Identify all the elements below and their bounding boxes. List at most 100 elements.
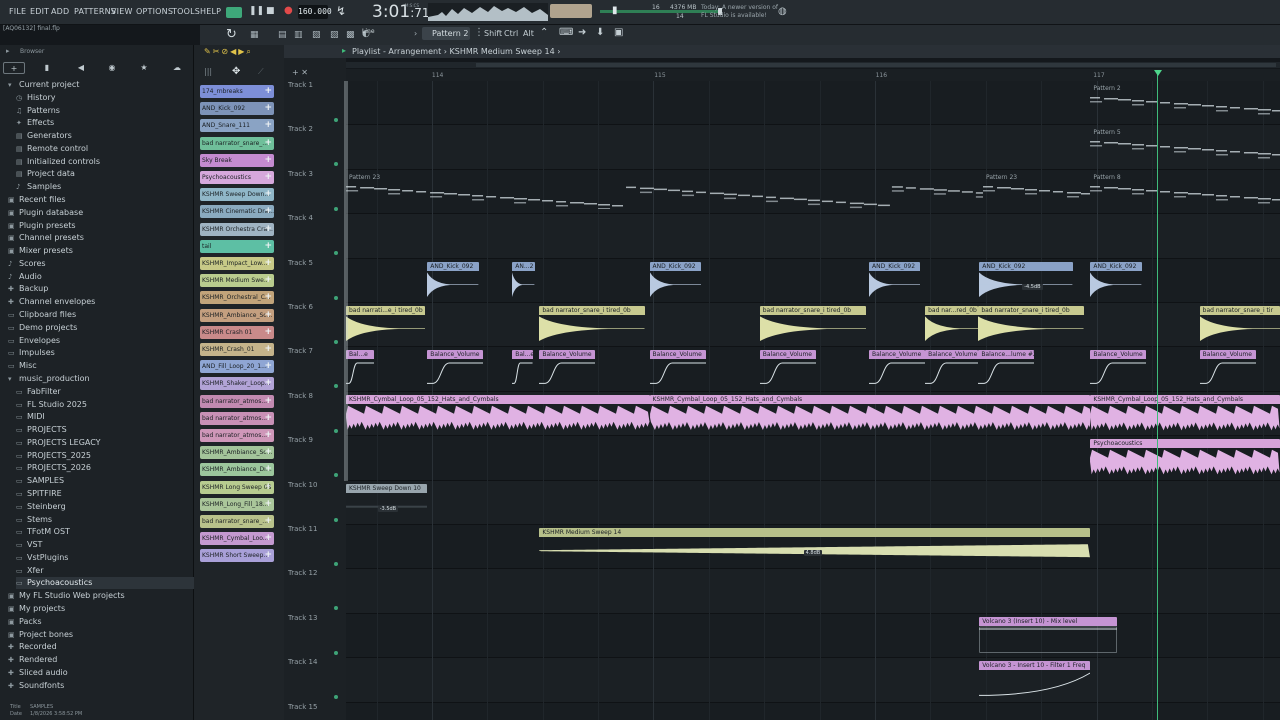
ruler-bar-label[interactable]: 117	[1093, 72, 1104, 79]
menu-help[interactable]: HELP	[200, 7, 221, 16]
track-name[interactable]: Track 2	[288, 125, 313, 133]
menu-options[interactable]: OPTIONS	[136, 7, 173, 16]
channel-add-icon[interactable]: +	[264, 463, 272, 476]
track-lane[interactable]	[346, 569, 1280, 614]
channel-button[interactable]: KSHMR Crash 01 +	[200, 325, 274, 339]
channel-add-icon[interactable]: +	[264, 85, 272, 98]
alt-key[interactable]: Alt	[523, 29, 534, 38]
metronome-icon[interactable]: ↯	[336, 4, 346, 18]
channel-button[interactable]: bad narrator_snare_... +	[200, 136, 274, 150]
playlist-clip[interactable]: bad narrator_snare_i tired_0b	[759, 306, 867, 342]
channel-button[interactable]: KSHMR Orchestra Cra... +	[200, 222, 274, 236]
snap-selector[interactable]: Line	[362, 28, 375, 35]
channel-add-icon[interactable]: +	[264, 515, 272, 528]
browser-item[interactable]: ✚ Backup	[8, 283, 194, 295]
browser-item[interactable]: ▣ Packs	[8, 616, 194, 628]
playlist-tool-icons[interactable]: ✎✂⊘◀▶⌕	[204, 47, 253, 57]
mixer-icon[interactable]: ▤	[278, 30, 287, 40]
browser-tab-cloud-icon[interactable]: ☁	[166, 62, 188, 74]
playlist-clip[interactable]: KSHMR Sweep Down 10	[346, 483, 428, 520]
playlist-clip[interactable]: Psychoacoustics	[1090, 439, 1280, 475]
browser-item[interactable]: ▭ Stems	[16, 514, 194, 526]
channel-button[interactable]: KSHMR Short Sweep... +	[200, 549, 274, 563]
channel-add-icon[interactable]: +	[264, 291, 272, 304]
browser-item[interactable]: ▭ PROJECTS_2026	[16, 462, 194, 474]
channel-add-icon[interactable]: +	[264, 429, 272, 442]
track-mute-led[interactable]	[334, 251, 338, 256]
channel-add-icon[interactable]: +	[264, 412, 272, 425]
channel-add-icon[interactable]: +	[264, 309, 272, 322]
browser-item[interactable]: ▭ FL Studio 2025	[16, 399, 194, 411]
browser-item[interactable]: ▾ music_production	[8, 373, 194, 385]
record-icon[interactable]: ●	[284, 5, 293, 16]
playlist-clip[interactable]: Balance_Volume	[539, 350, 596, 386]
track-mute-led[interactable]	[334, 606, 338, 611]
breadcrumb-playlist[interactable]: Playlist - Arrangement	[352, 47, 441, 56]
browser-item[interactable]: ▤ Remote control	[16, 143, 194, 155]
browser-item[interactable]: ✦ Effects	[16, 117, 194, 129]
channel-button[interactable]: KSHMR_Crash_01 +	[200, 343, 274, 356]
channel-add-icon[interactable]: +	[264, 360, 272, 373]
channel-button[interactable]: bad narrator_atmos... +	[200, 411, 274, 425]
playlist-arrow-icon[interactable]: ▸	[342, 46, 346, 55]
playlist-clip[interactable]: AN...2	[512, 261, 535, 298]
browser-item[interactable]: ▣ My projects	[8, 603, 194, 615]
channel-add-icon[interactable]: +	[264, 326, 272, 339]
track-mute-led[interactable]	[334, 162, 338, 167]
playhead[interactable]	[1157, 70, 1158, 720]
channel-button[interactable]: Psychoacoustics +	[200, 171, 274, 184]
channel-button[interactable]: KSHMR_Long_Fill_18... +	[200, 497, 274, 511]
playlist-clip[interactable]: AND_Kick_092	[979, 261, 1073, 298]
track-mute-led[interactable]	[334, 428, 338, 433]
pattern-selector[interactable]: Pattern 2	[422, 27, 470, 40]
browser-item[interactable]: ▭ Psychoacoustics	[16, 577, 194, 590]
browser-item[interactable]: ✚ Channel envelopes	[8, 296, 194, 308]
channel-button[interactable]: KSHMR_Ambiance_Sc... +	[200, 446, 274, 460]
browser-item[interactable]: ◷ History	[16, 92, 194, 104]
channel-button[interactable]: bad narrator_snare_... +	[200, 515, 274, 528]
track-mute-led[interactable]	[334, 340, 338, 344]
playlist-clip[interactable]: Pattern 23	[346, 173, 983, 210]
playlist-clip[interactable]: Balance_Volume	[427, 350, 484, 386]
ruler-bar-label[interactable]: 116	[876, 72, 887, 79]
channel-button[interactable]: bad narrator_atmos... +	[200, 429, 274, 442]
lock-icon[interactable]: ▣	[614, 27, 623, 38]
channel-add-icon[interactable]: +	[264, 498, 272, 511]
picker-menu-icon[interactable]: |||	[204, 67, 212, 76]
picker-move-icon[interactable]: ✥	[232, 66, 240, 77]
track-name[interactable]: Track 1	[288, 81, 313, 89]
channel-button[interactable]: KSHMR_Cymbal_Loo... +	[200, 532, 274, 546]
online-icon[interactable]: ◍	[778, 6, 787, 17]
playlist-grid[interactable]: Pattern 2 Pattern 5 Pattern 23 Pattern 23 Pa…	[346, 81, 1280, 720]
playlist-clip[interactable]: Balance...lume #2	[978, 350, 1035, 386]
channel-add-icon[interactable]: +	[264, 377, 272, 390]
channel-add-icon[interactable]: +	[264, 223, 272, 236]
playlist-clip[interactable]: Balance_Volume	[1090, 350, 1147, 386]
browser-item[interactable]: ▭ PROJECTS LEGACY	[16, 437, 194, 449]
browser-item[interactable]: ▣ Project bones	[8, 629, 194, 641]
pattern-song-toggle[interactable]	[226, 7, 242, 18]
track-name[interactable]: Track 4	[288, 214, 313, 222]
channel-button[interactable]: AND_Snare_111 +	[200, 119, 274, 133]
curve-icon[interactable]: ⌃	[540, 27, 548, 38]
channel-button[interactable]: KSHMR Sweep Down... +	[200, 188, 274, 202]
news-line-2[interactable]: FL Studio is available!	[701, 12, 767, 19]
channel-add-icon[interactable]: +	[264, 154, 272, 167]
browser-item[interactable]: ✚ Rendered	[8, 654, 194, 666]
track-name[interactable]: Track 11	[288, 525, 317, 533]
track-lane[interactable]	[346, 703, 1280, 720]
playhead-marker[interactable]	[1154, 70, 1162, 76]
browser-tab-back-icon[interactable]: ◀	[70, 62, 92, 74]
shift-key[interactable]: Shift	[484, 29, 502, 38]
playlist-clip[interactable]: AND_Kick_092	[649, 261, 701, 298]
news-line-1[interactable]: Today: A newer version of	[701, 4, 778, 11]
browser-item[interactable]: ▭ FabFilter	[16, 386, 194, 398]
snap-magnet-icon[interactable]: ▦	[250, 30, 259, 40]
channel-add-icon[interactable]: +	[264, 188, 272, 201]
menu-file[interactable]: FILE	[9, 7, 26, 16]
browser-item[interactable]: ▣ Recent files	[8, 194, 194, 206]
channel-button[interactable]: 174_rnbreaks +	[200, 85, 274, 98]
browser-item[interactable]: ✚ Recorded	[8, 641, 194, 653]
browser-item[interactable]: ✚ Sliced audio	[8, 667, 194, 679]
track-name[interactable]: Track 3	[288, 170, 313, 178]
